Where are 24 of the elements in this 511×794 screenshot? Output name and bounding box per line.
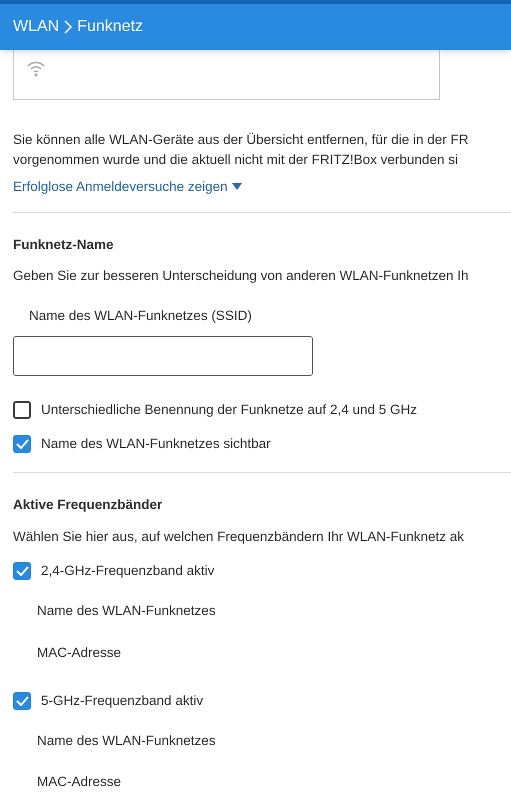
detail-label: Name des WLAN-Funknetzes bbox=[37, 732, 217, 750]
checkbox-label: 2,4-GHz-Frequenzband aktiv bbox=[41, 562, 214, 580]
checkbox[interactable] bbox=[13, 401, 31, 420]
checkbox-label: Name des WLAN-Funknetzes sichtbar bbox=[41, 435, 271, 454]
field-label: Name des WLAN-Funknetzes (SSID) bbox=[29, 306, 253, 325]
section-heading: Funknetz-Name bbox=[13, 236, 115, 254]
breadcrumb-item[interactable]: WLAN bbox=[13, 15, 60, 39]
checkbox[interactable] bbox=[13, 692, 31, 710]
checkbox-label: Unterschiedliche Benennung der Funknetze auf 2,4 und 5 GHz bbox=[41, 401, 417, 419]
section-description: Wählen Sie hier aus, auf welchen Frequenzbändern Ihr WLAN-Funknetz ak bbox=[13, 528, 465, 546]
info-text-line: Sie können alle WLAN-Geräte aus der Übersicht entfernen, für die in der FR bbox=[13, 131, 470, 149]
checkbox[interactable] bbox=[13, 435, 31, 454]
info-text-line: vorgenommen wurde und die aktuell nicht mit der FRITZ!Box verbunden si bbox=[13, 151, 459, 169]
detail-label: Name des WLAN-Funknetzes bbox=[37, 602, 217, 620]
toggle-link[interactable]: Erfolglose Anmeldeversuche zeigen bbox=[13, 177, 242, 198]
ssid-input-field[interactable] bbox=[13, 336, 313, 376]
checkbox[interactable] bbox=[13, 562, 31, 580]
detail-label: MAC-Adresse bbox=[37, 773, 122, 792]
breadcrumb-item[interactable]: Funknetz bbox=[77, 15, 144, 39]
section-description: Geben Sie zur besseren Unterscheidung von anderen WLAN-Funknetzen Ih bbox=[13, 266, 470, 285]
section-heading: Aktive Frequenzbänder bbox=[13, 496, 164, 514]
detail-label: MAC-Adresse bbox=[37, 644, 122, 662]
chevron-right-icon bbox=[63, 20, 74, 34]
checkbox-label: 5-GHz-Frequenzband aktiv bbox=[41, 692, 204, 710]
